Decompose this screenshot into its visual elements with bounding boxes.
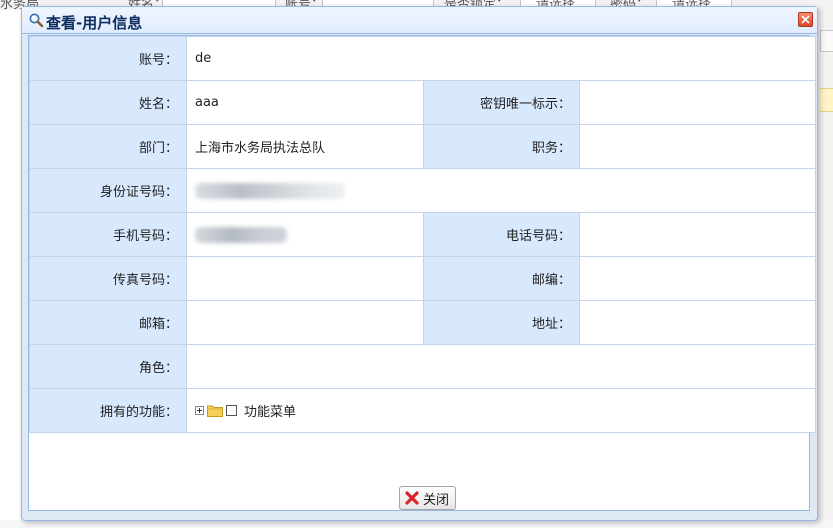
account-label: 账号： bbox=[29, 36, 187, 81]
email-value bbox=[186, 300, 424, 345]
zip-label: 邮编： bbox=[423, 256, 580, 301]
mobile-value bbox=[186, 212, 424, 257]
red-x-icon bbox=[405, 491, 419, 505]
email-label: 邮箱： bbox=[29, 300, 187, 345]
row-functions: 拥有的功能： 功能菜单 bbox=[29, 388, 817, 433]
background-selected-row bbox=[820, 88, 833, 112]
row-name: 姓名： aaa 密钥唯一标示： bbox=[29, 80, 817, 125]
address-value bbox=[578, 300, 817, 345]
folder-icon bbox=[207, 405, 223, 417]
row-account: 账号： de bbox=[29, 36, 817, 81]
fax-value bbox=[186, 256, 424, 301]
row-id: 身份证号码： bbox=[29, 168, 817, 213]
dialog-title: 查看-用户信息 bbox=[46, 14, 143, 32]
function-tree-root-label[interactable]: 功能菜单 bbox=[244, 401, 296, 420]
row-dept: 部门： 上海市水务局执法总队 职务： bbox=[29, 124, 817, 169]
row-role: 角色： bbox=[29, 344, 817, 389]
redacted-id-number bbox=[195, 182, 345, 199]
background-right-panel bbox=[818, 0, 833, 528]
name-label: 姓名： bbox=[29, 80, 187, 125]
key-value bbox=[578, 80, 817, 125]
background-bottom-row bbox=[0, 520, 833, 528]
duty-value bbox=[578, 124, 817, 169]
id-value bbox=[185, 168, 817, 213]
row-mobile: 手机号码： 电话号码： bbox=[29, 212, 817, 257]
key-label: 密钥唯一标示： bbox=[423, 80, 580, 125]
functions-label: 拥有的功能： bbox=[29, 388, 187, 433]
functions-tree: 功能菜单 bbox=[185, 388, 817, 433]
account-value: de bbox=[185, 36, 817, 81]
dialog-header: 查看-用户信息 bbox=[22, 7, 817, 34]
close-icon[interactable] bbox=[798, 12, 813, 27]
function-tree-root: 功能菜单 bbox=[195, 401, 296, 420]
phone-value bbox=[578, 212, 817, 257]
duty-label: 职务： bbox=[423, 124, 580, 169]
zip-value bbox=[578, 256, 817, 301]
redacted-mobile-number bbox=[195, 226, 287, 243]
background-right-button bbox=[820, 30, 833, 52]
address-label: 地址： bbox=[423, 300, 580, 345]
function-checkbox[interactable] bbox=[226, 405, 237, 416]
row-email: 邮箱： 地址： bbox=[29, 300, 817, 345]
user-info-dialog: 查看-用户信息 账号： de 姓名： aaa 密钥唯一标示： 部门： 上海市水务… bbox=[21, 6, 818, 521]
name-value: aaa bbox=[186, 80, 424, 125]
mobile-label: 手机号码： bbox=[29, 212, 187, 257]
dept-value: 上海市水务局执法总队 bbox=[186, 124, 424, 169]
dialog-body: 账号： de 姓名： aaa 密钥唯一标示： 部门： 上海市水务局执法总队 职务… bbox=[28, 35, 817, 511]
magnifier-icon bbox=[28, 12, 44, 28]
row-fax: 传真号码： 邮编： bbox=[29, 256, 817, 301]
role-label: 角色： bbox=[29, 344, 187, 389]
close-button[interactable]: 关闭 bbox=[399, 486, 456, 510]
close-button-label: 关闭 bbox=[423, 492, 450, 508]
user-info-table: 账号： de 姓名： aaa 密钥唯一标示： 部门： 上海市水务局执法总队 职务… bbox=[29, 36, 817, 433]
fax-label: 传真号码： bbox=[29, 256, 187, 301]
expand-icon[interactable] bbox=[195, 406, 204, 415]
role-value bbox=[185, 344, 817, 389]
phone-label: 电话号码： bbox=[423, 212, 580, 257]
id-label: 身份证号码： bbox=[29, 168, 187, 213]
dept-label: 部门： bbox=[29, 124, 187, 169]
